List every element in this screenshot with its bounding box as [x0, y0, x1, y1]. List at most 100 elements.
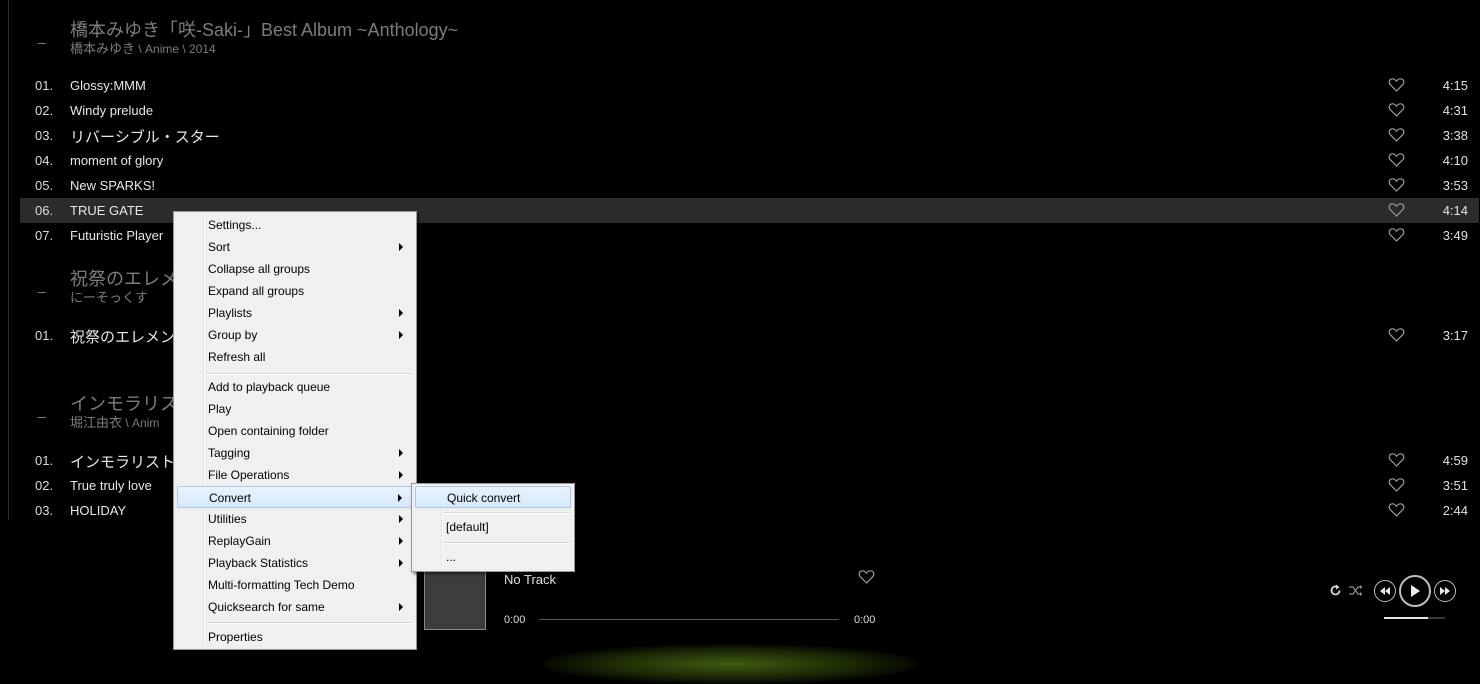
- menu-item-open-containing-folder[interactable]: Open containing folder: [177, 420, 413, 442]
- heart-icon[interactable]: [1388, 177, 1405, 193]
- fast-forward-icon: [1440, 587, 1450, 595]
- total-time: 0:00: [854, 614, 876, 626]
- track-title: Windy prelude: [70, 103, 154, 118]
- track-title: New SPARKS!: [70, 178, 156, 193]
- menu-item-settings[interactable]: Settings...: [177, 214, 413, 236]
- track-number: 01.: [35, 78, 54, 93]
- track-row[interactable]: 02. Windy prelude 4:31: [20, 98, 1479, 123]
- seek-bar[interactable]: [539, 619, 839, 620]
- menu-separator: [206, 373, 412, 375]
- menu-item-label: Refresh all: [208, 350, 266, 364]
- menu-item-quicksearch-for-same[interactable]: Quicksearch for same: [177, 596, 413, 618]
- track-duration: 3:53: [1442, 178, 1468, 193]
- menu-item-expand-all-groups[interactable]: Expand all groups: [177, 280, 413, 302]
- submenu-arrow-icon: [399, 515, 403, 523]
- menu-item-tagging[interactable]: Tagging: [177, 442, 413, 464]
- menu-separator: [444, 542, 570, 544]
- album-subtitle: 橋本みゆき \ Anime \ 2014: [70, 38, 216, 57]
- menu-item-label: Playback Statistics: [208, 556, 309, 570]
- track-number: 02.: [35, 103, 54, 118]
- menu-item-label: Expand all groups: [208, 284, 305, 298]
- track-title: インモラリスト: [70, 454, 176, 471]
- menu-item-label: Group by: [208, 328, 258, 342]
- album-artist: にーそっくす: [70, 290, 149, 305]
- menu-item-refresh-all[interactable]: Refresh all: [177, 346, 413, 368]
- heart-icon[interactable]: [1388, 477, 1405, 493]
- menu-item-file-operations[interactable]: File Operations: [177, 464, 413, 486]
- track-row[interactable]: 01. Glossy:MMM 4:15: [20, 73, 1479, 98]
- heart-icon[interactable]: [1388, 327, 1405, 343]
- volume-slider[interactable]: [1384, 617, 1445, 619]
- now-playing-title: No Track: [504, 572, 557, 587]
- rewind-icon: [1380, 587, 1390, 595]
- heart-icon[interactable]: [1388, 452, 1405, 468]
- menu-item-properties[interactable]: Properties: [177, 626, 413, 648]
- visualizer-glow: [540, 644, 920, 684]
- heart-icon[interactable]: [1388, 152, 1405, 168]
- track-duration: 3:51: [1442, 478, 1468, 493]
- play-button[interactable]: [1399, 575, 1431, 607]
- menu-item-collapse-all-groups[interactable]: Collapse all groups: [177, 258, 413, 280]
- next-button[interactable]: [1434, 580, 1456, 602]
- menu-separator: [444, 512, 570, 514]
- menu-item-label: ReplayGain: [208, 534, 271, 548]
- menu-item-replaygain[interactable]: ReplayGain: [177, 530, 413, 552]
- album-artist: 橋本みゆき: [70, 41, 136, 56]
- menu-item-label: [default]: [446, 520, 489, 534]
- track-title: True truly love: [70, 478, 152, 493]
- track-duration: 3:17: [1442, 328, 1468, 343]
- menu-item-label: Open containing folder: [208, 424, 329, 438]
- track-title: moment of glory: [70, 153, 164, 168]
- heart-icon[interactable]: [1388, 227, 1405, 243]
- menu-item-more-presets[interactable]: ...: [415, 546, 571, 568]
- heart-icon[interactable]: [1388, 502, 1405, 518]
- album-artist: 堀江由衣: [70, 415, 123, 430]
- menu-item-default-preset[interactable]: [default]: [415, 516, 571, 538]
- menu-item-label: Add to playback queue: [208, 380, 331, 394]
- repeat-icon[interactable]: [1328, 583, 1343, 601]
- convert-submenu: Quick convert [default] ...: [411, 483, 575, 572]
- collapse-toggle[interactable]: _: [38, 28, 46, 44]
- shuffle-icon[interactable]: [1348, 583, 1363, 601]
- submenu-arrow-icon: [399, 471, 403, 479]
- track-number: 03.: [35, 503, 54, 518]
- menu-item-convert[interactable]: Convert: [177, 486, 413, 508]
- submenu-arrow-icon: [399, 309, 403, 317]
- heart-icon[interactable]: [1388, 102, 1405, 118]
- menu-item-label: Quick convert: [447, 491, 521, 505]
- menu-item-play[interactable]: Play: [177, 398, 413, 420]
- heart-icon[interactable]: [1388, 202, 1405, 218]
- menu-item-label: Playlists: [208, 306, 253, 320]
- menu-item-playback-statistics[interactable]: Playback Statistics: [177, 552, 413, 574]
- menu-item-label: Settings...: [208, 218, 262, 232]
- menu-item-quick-convert[interactable]: Quick convert: [415, 486, 571, 508]
- menu-item-playlists[interactable]: Playlists: [177, 302, 413, 324]
- menu-item-add-to-playback-queue[interactable]: Add to playback queue: [177, 376, 413, 398]
- previous-button[interactable]: [1374, 580, 1396, 602]
- collapse-toggle[interactable]: _: [38, 402, 46, 418]
- heart-icon[interactable]: [1388, 127, 1405, 143]
- track-number: 04.: [35, 153, 54, 168]
- track-duration: 4:59: [1442, 453, 1468, 468]
- heart-icon[interactable]: [858, 569, 875, 585]
- track-duration: 4:14: [1442, 203, 1468, 218]
- menu-item-multi-formatting-tech-demo[interactable]: Multi-formatting Tech Demo: [177, 574, 413, 596]
- submenu-arrow-icon: [399, 559, 403, 567]
- track-duration: 2:44: [1442, 503, 1468, 518]
- menu-item-label: Play: [208, 402, 232, 416]
- menu-item-sort[interactable]: Sort: [177, 236, 413, 258]
- menu-item-label: File Operations: [208, 468, 290, 482]
- menu-item-label: Utilities: [208, 512, 247, 526]
- track-title: Futuristic Player: [70, 228, 164, 243]
- track-number: 06.: [35, 203, 54, 218]
- submenu-arrow-icon: [399, 331, 403, 339]
- menu-item-label: Quicksearch for same: [208, 600, 325, 614]
- track-row[interactable]: 03. リバーシブル・スター 3:38: [20, 123, 1479, 148]
- menu-item-utilities[interactable]: Utilities: [177, 508, 413, 530]
- track-row[interactable]: 04. moment of glory 4:10: [20, 148, 1479, 173]
- heart-icon[interactable]: [1388, 77, 1405, 93]
- left-divider: [8, 0, 9, 520]
- collapse-toggle[interactable]: _: [38, 277, 46, 293]
- track-row[interactable]: 05. New SPARKS! 3:53: [20, 173, 1479, 198]
- menu-item-group-by[interactable]: Group by: [177, 324, 413, 346]
